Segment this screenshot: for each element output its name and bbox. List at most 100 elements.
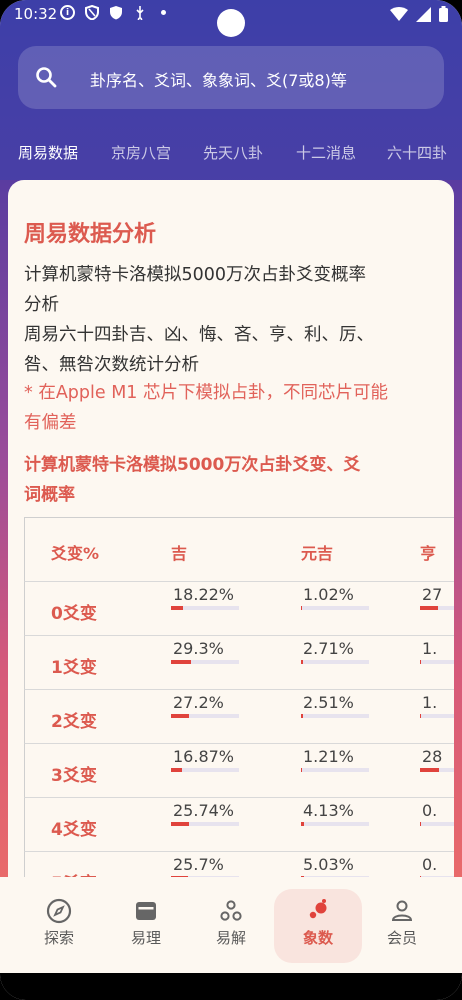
table-cell: 25.7% [171, 855, 271, 877]
cell-value: 1. [422, 639, 438, 658]
cell-value: 5.03% [303, 855, 354, 874]
search-bar[interactable]: 卦序名、爻词、象象词、爻(7或8)等 [18, 46, 444, 109]
table-cell: 1.02% [301, 585, 401, 610]
dots-icon [217, 897, 245, 925]
cell-value: 1. [422, 693, 438, 712]
table-cell: 1. [420, 639, 454, 664]
cell-value: 27.2% [173, 693, 224, 712]
bubbles-icon [304, 897, 332, 925]
probability-table[interactable]: 爻变% 吉 元吉 亨 0爻变 18.22% 1.02% 27 1爻变 29.3% 2.71%… [24, 517, 454, 877]
progress-bar-fill [171, 714, 190, 718]
tab-liushisi-gua[interactable]: 六十四卦 [387, 142, 447, 172]
table-cell: 5.03% [301, 855, 401, 877]
person-icon [388, 897, 416, 925]
progress-bar [301, 714, 369, 718]
nav-yijie[interactable]: 易解 [187, 889, 275, 963]
progress-bar-fill [420, 606, 439, 610]
nav-member[interactable]: 会员 [358, 889, 446, 963]
signal-icon [416, 6, 431, 26]
tab-shier-xiaoxi[interactable]: 十二消息 [296, 142, 356, 172]
tab-jingfang[interactable]: 京房八宫 [111, 142, 171, 172]
nav-explore[interactable]: 探索 [15, 889, 103, 963]
nav-label: 易理 [130, 929, 161, 947]
nav-xiangshu[interactable]: 象数 [274, 889, 362, 963]
cell-value: 1.02% [303, 585, 354, 604]
nav-label: 探索 [43, 929, 74, 947]
status-bar: 10:32 i [0, 0, 462, 37]
table-row: 4爻变 25.74% 4.13% 0. [24, 798, 454, 852]
progress-bar-fill [420, 768, 440, 772]
progress-bar [420, 822, 454, 826]
table-cell: 16.87% [171, 747, 271, 772]
progress-bar-fill [420, 822, 422, 826]
progress-bar-fill [420, 660, 422, 664]
system-navigation-bar [0, 973, 462, 1000]
note-line: 有偏差 [24, 413, 77, 433]
nav-yili[interactable]: 易理 [102, 889, 190, 963]
intro-text-line: 咎、無咎次数统计分析 [24, 355, 199, 375]
progress-bar [171, 660, 239, 664]
table-row: 5爻变 25.7% 5.03% 0. [24, 852, 454, 877]
section-title-line: 计算机蒙特卡洛模拟5000万次占卦爻变、爻 [24, 455, 361, 475]
nav-label: 象数 [302, 929, 333, 947]
cell-value: 0. [422, 855, 438, 874]
cell-value: 2.51% [303, 693, 354, 712]
progress-bar-fill [420, 714, 422, 718]
progress-bar [420, 714, 454, 718]
progress-bar-fill [301, 714, 303, 718]
row-label: 5爻变 [51, 869, 97, 877]
row-label: 4爻变 [51, 820, 97, 840]
search-input[interactable]: 卦序名、爻词、象象词、爻(7或8)等 [90, 67, 347, 91]
column-header: 爻变% [51, 544, 100, 563]
table-cell: 0. [420, 801, 454, 826]
table-cell: 29.3% [171, 639, 271, 664]
nav-label: 会员 [386, 929, 417, 947]
table-row: 1爻变 29.3% 2.71% 1. [24, 636, 454, 690]
table-cell: 27.2% [171, 693, 271, 718]
row-label: 3爻变 [51, 766, 97, 786]
battery-icon [439, 6, 448, 26]
progress-bar-fill [301, 606, 303, 610]
progress-bar [171, 714, 239, 718]
table-cell: 27 [420, 585, 454, 610]
table-cell: 2.51% [301, 693, 401, 718]
table-row: 2爻变 27.2% 2.51% 1. [24, 690, 454, 744]
content-card: 周易数据分析 计算机蒙特卡洛模拟5000万次占卦爻变概率 分析 周易六十四卦吉、… [8, 180, 454, 877]
camera-cutout [217, 9, 245, 37]
info-icon: i [60, 5, 75, 20]
progress-bar [301, 660, 369, 664]
progress-bar [301, 606, 369, 610]
wifi-icon [390, 7, 408, 25]
nav-label: 易解 [215, 929, 246, 947]
progress-bar [420, 768, 454, 772]
usb-icon [132, 5, 147, 20]
progress-bar [420, 606, 454, 610]
cell-value: 16.87% [173, 747, 235, 766]
cell-value: 25.7% [173, 855, 224, 874]
table-cell: 4.13% [301, 801, 401, 826]
row-label: 1爻变 [51, 658, 97, 678]
tab-zhouyi-data[interactable]: 周易数据 [18, 142, 78, 172]
notification-dot-icon [161, 10, 166, 15]
search-icon [35, 66, 57, 88]
column-header: 元吉 [301, 544, 334, 563]
table-cell: 1.21% [301, 747, 401, 772]
shield-icon [84, 5, 99, 20]
progress-bar-fill [301, 822, 304, 826]
tab-xiantian[interactable]: 先天八卦 [203, 142, 263, 172]
row-label: 2爻变 [51, 712, 97, 732]
table-cell: 1. [420, 693, 454, 718]
compass-icon [45, 897, 73, 925]
progress-bar-fill [301, 768, 303, 772]
progress-bar-fill [171, 822, 189, 826]
progress-bar [420, 660, 454, 664]
cell-value: 27 [422, 585, 443, 604]
cell-value: 0. [422, 801, 438, 820]
column-header: 吉 [171, 544, 188, 563]
cell-value: 18.22% [173, 585, 235, 604]
table-cell: 18.22% [171, 585, 271, 610]
wallet-icon [132, 897, 160, 925]
progress-bar-fill [171, 606, 184, 610]
table-cell: 2.71% [301, 639, 401, 664]
cell-value: 1.21% [303, 747, 354, 766]
